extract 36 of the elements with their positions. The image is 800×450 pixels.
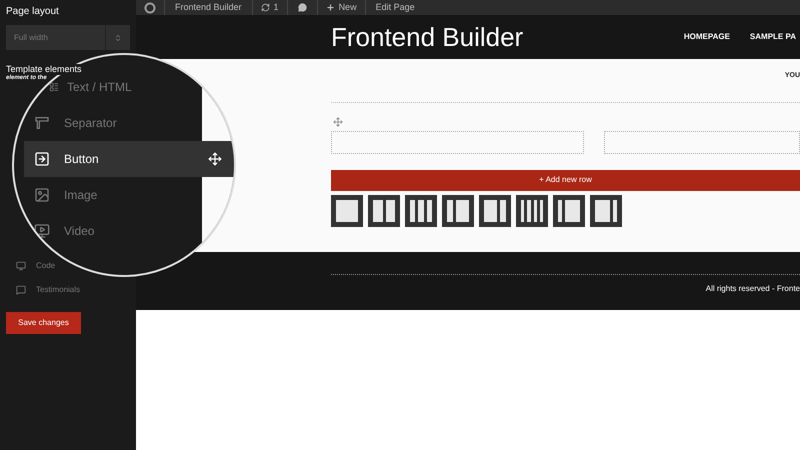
layout-option[interactable]	[516, 194, 548, 226]
nav-link[interactable]: HOMEPAGE	[684, 31, 730, 43]
element-item[interactable]: Video	[24, 223, 94, 239]
move-icon[interactable]	[208, 152, 222, 166]
arrow-square-icon	[34, 151, 50, 167]
logo-icon[interactable]	[144, 2, 156, 14]
site-title: Frontend Builder	[331, 20, 524, 54]
layout-option[interactable]	[479, 194, 511, 226]
monitor-icon	[16, 261, 26, 271]
plus-icon	[326, 3, 335, 12]
footer-text: All rights reserved - Fronte	[706, 283, 800, 295]
layout-option[interactable]	[553, 194, 585, 226]
element-item[interactable]: Text / HTML	[24, 79, 132, 95]
layout-option[interactable]	[442, 194, 474, 226]
add-row-button[interactable]: + Add new row	[331, 170, 800, 190]
element-item[interactable]: Image	[24, 187, 98, 203]
section-label: Template elements	[6, 64, 82, 75]
layout-option[interactable]	[590, 194, 622, 226]
layout-option[interactable]	[405, 194, 437, 226]
element-item[interactable]: Code	[16, 260, 56, 272]
layout-option[interactable]	[331, 194, 363, 226]
list-icon	[49, 82, 59, 92]
monitor-play-icon	[34, 223, 50, 239]
element-item[interactable]: Button	[24, 141, 234, 177]
element-item[interactable]: Testimonials	[16, 284, 80, 296]
speech-bubble-icon	[16, 285, 26, 295]
nav-link[interactable]: SAMPLE PA	[750, 31, 796, 43]
separator-icon	[34, 115, 50, 131]
updown-icon	[114, 34, 122, 42]
comment-icon[interactable]	[298, 3, 307, 12]
section-label: Page layout	[6, 5, 60, 19]
element-item[interactable]: Separator	[24, 115, 117, 131]
refresh-icon	[260, 3, 270, 12]
layout-option[interactable]	[368, 194, 400, 226]
image-icon	[34, 187, 50, 203]
save-button[interactable]: Save changes	[6, 312, 81, 334]
